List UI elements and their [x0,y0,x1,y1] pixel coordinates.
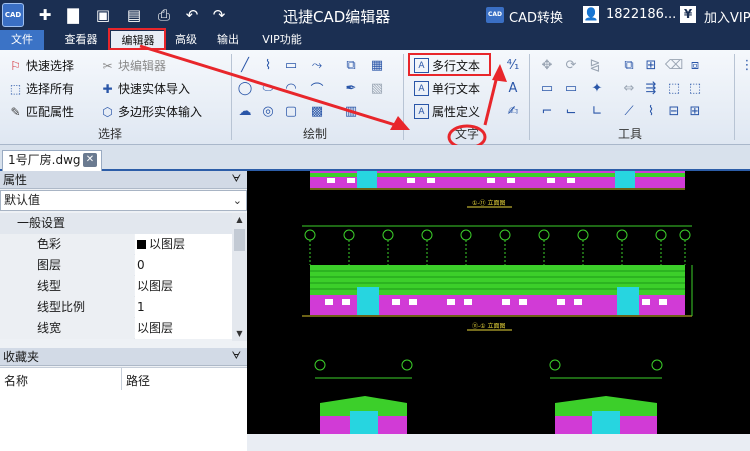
scroll-down-icon[interactable]: ▼ [232,327,247,341]
door-opening [357,171,377,188]
favorites-column-path[interactable]: 路径 [126,372,150,389]
status-strip [247,434,750,451]
property-row-color[interactable]: 色彩 以图层 [0,234,232,255]
property-scrollbar[interactable]: ▲ ▼ [232,213,247,341]
grid-axis-bubbles [304,229,691,241]
property-row-layer[interactable]: 图层 0 [0,255,232,276]
door-opening [615,171,635,188]
property-value[interactable]: 以图层 [135,318,232,339]
favorites-title: 收藏夹 [3,350,40,364]
close-icon[interactable]: ✕ [83,153,97,167]
annotation-arrow-shaft [139,44,406,130]
property-row-linetype-scale[interactable]: 线型比例 1 [0,297,232,318]
document-tab[interactable]: 1号厂房.dwg ✕ [2,150,102,171]
property-key: 线宽 [0,318,134,339]
property-key: 线型比例 [0,297,134,318]
drawing-canvas[interactable]: ①-⑪ 立面图 ⑪-① 立面图 [247,171,750,434]
column-divider [121,368,122,390]
cad-editor-window: CAD ✚ ▇ ▣ ▤ ⎙ ↶ ↷ 迅捷CAD编辑器 CAD CAD转换 👤 1… [0,0,750,451]
grid-axis-lines [309,240,686,265]
scroll-thumb[interactable] [234,229,245,251]
favorites-column-name[interactable]: 名称 [4,372,28,389]
property-value-text: 以图层 [149,237,186,251]
property-key: 线型 [0,276,134,297]
property-category-label: 一般设置 [0,213,232,234]
property-key: 色彩 [0,234,134,255]
property-row-lineweight[interactable]: 线宽 以图层 [0,318,232,339]
properties-filter-select[interactable]: 默认值 ⌄ [0,190,247,211]
favorites-list: 名称 路径 [0,367,247,451]
property-value[interactable]: 1 [135,297,232,318]
property-category[interactable]: − 一般设置 [0,213,232,234]
door-opening [592,411,620,434]
document-tab-bar: 1号厂房.dwg ✕ [0,145,750,171]
scroll-up-icon[interactable]: ▲ [232,213,247,227]
property-value[interactable]: 以图层 [135,234,232,255]
property-value[interactable]: 以图层 [135,276,232,297]
property-value[interactable]: 0 [135,255,232,276]
chevron-down-icon: ⌄ [232,194,242,207]
grid-axis-bubbles [314,359,663,371]
color-swatch [137,240,146,249]
document-tab-label: 1号厂房.dwg [8,153,81,167]
door-opening [350,411,378,434]
pin-icon[interactable]: ᗄ [232,171,241,189]
elevation-title: ①-⑪ 立面图 [472,199,505,207]
property-grid: − 一般设置 色彩 以图层 图层 0 线型 以图层 线型比例 1 线宽 以图层 [0,213,232,339]
cad-drawing: ①-⑪ 立面图 ⑪-① 立面图 [302,171,693,434]
properties-panel: 属性 ᗄ 默认值 ⌄ − 一般设置 色彩 以图层 图层 0 线型 以图层 [0,171,247,451]
pin-icon[interactable]: ᗄ [232,348,241,366]
favorites-panel-header: 收藏夹 ᗄ [0,348,247,366]
door-opening [357,287,379,315]
property-row-linetype[interactable]: 线型 以图层 [0,276,232,297]
elevation-title: ⑪-① 立面图 [472,322,505,330]
properties-panel-header: 属性 ᗄ [0,171,247,189]
property-key: 图层 [0,255,134,276]
properties-title: 属性 [3,173,28,187]
door-opening [617,287,639,315]
annotation-arrow-head [492,64,507,82]
properties-filter-value: 默认值 [4,193,41,207]
